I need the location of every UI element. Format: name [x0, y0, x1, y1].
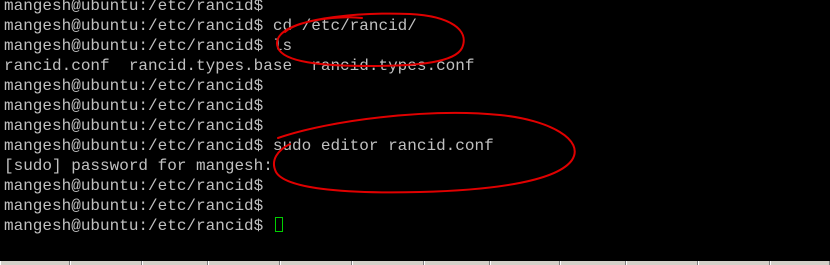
terminal-line: mangesh@ubuntu:/etc/rancid$ [4, 196, 494, 216]
terminal-output: mangesh@ubuntu:/etc/rancid$ mangesh@ubun… [4, 0, 494, 236]
terminal-line: mangesh@ubuntu:/etc/rancid$ [4, 96, 494, 116]
sudo-password-prompt: [sudo] password for mangesh: [4, 157, 273, 175]
shell-prompt: mangesh@ubuntu:/etc/rancid$ [4, 17, 264, 35]
taskbar-button[interactable] [280, 261, 352, 265]
taskbar-button[interactable] [770, 261, 830, 265]
taskbar-button[interactable] [626, 261, 698, 265]
taskbar-button[interactable] [208, 261, 280, 265]
taskbar-button[interactable] [424, 261, 490, 265]
terminal-line: mangesh@ubuntu:/etc/rancid$ cd /etc/ranc… [4, 16, 494, 36]
terminal-line: rancid.conf rancid.types.base rancid.typ… [4, 56, 494, 76]
taskbar-button[interactable] [352, 261, 424, 265]
terminal-line: mangesh@ubuntu:/etc/rancid$ [4, 116, 494, 136]
terminal-cursor[interactable] [274, 217, 283, 232]
taskbar-button[interactable] [142, 261, 208, 265]
terminal-line: mangesh@ubuntu:/etc/rancid$ [4, 76, 494, 96]
shell-prompt: mangesh@ubuntu:/etc/rancid$ [4, 217, 264, 235]
taskbar-button[interactable] [698, 261, 770, 265]
taskbar-button[interactable] [560, 261, 626, 265]
command-text: ls [263, 37, 293, 55]
shell-prompt: mangesh@ubuntu:/etc/rancid$ [4, 197, 264, 215]
shell-prompt: mangesh@ubuntu:/etc/rancid$ [4, 97, 264, 115]
terminal-line: mangesh@ubuntu:/etc/rancid$ ls [4, 36, 494, 56]
terminal-window[interactable]: mangesh@ubuntu:/etc/rancid$ mangesh@ubun… [0, 0, 830, 265]
taskbar-button[interactable] [0, 261, 70, 265]
shell-prompt: mangesh@ubuntu:/etc/rancid$ [4, 0, 264, 15]
terminal-line: mangesh@ubuntu:/etc/rancid$ [4, 176, 494, 196]
taskbar [0, 261, 830, 265]
terminal-line: [sudo] password for mangesh: [4, 156, 494, 176]
shell-prompt: mangesh@ubuntu:/etc/rancid$ [4, 177, 264, 195]
taskbar-button[interactable] [490, 261, 560, 265]
terminal-line: mangesh@ubuntu:/etc/rancid$ sudo editor … [4, 136, 494, 156]
shell-prompt: mangesh@ubuntu:/etc/rancid$ [4, 117, 264, 135]
command-text [263, 217, 273, 235]
shell-prompt: mangesh@ubuntu:/etc/rancid$ [4, 77, 264, 95]
terminal-line: mangesh@ubuntu:/etc/rancid$ [4, 216, 494, 236]
command-text: sudo editor rancid.conf [263, 137, 494, 155]
taskbar-button[interactable] [70, 261, 142, 265]
terminal-line: mangesh@ubuntu:/etc/rancid$ [4, 0, 494, 16]
command-text: cd /etc/rancid/ [263, 17, 417, 35]
shell-prompt: mangesh@ubuntu:/etc/rancid$ [4, 137, 264, 155]
shell-prompt: mangesh@ubuntu:/etc/rancid$ [4, 37, 264, 55]
command-output: rancid.conf rancid.types.base rancid.typ… [4, 57, 475, 75]
